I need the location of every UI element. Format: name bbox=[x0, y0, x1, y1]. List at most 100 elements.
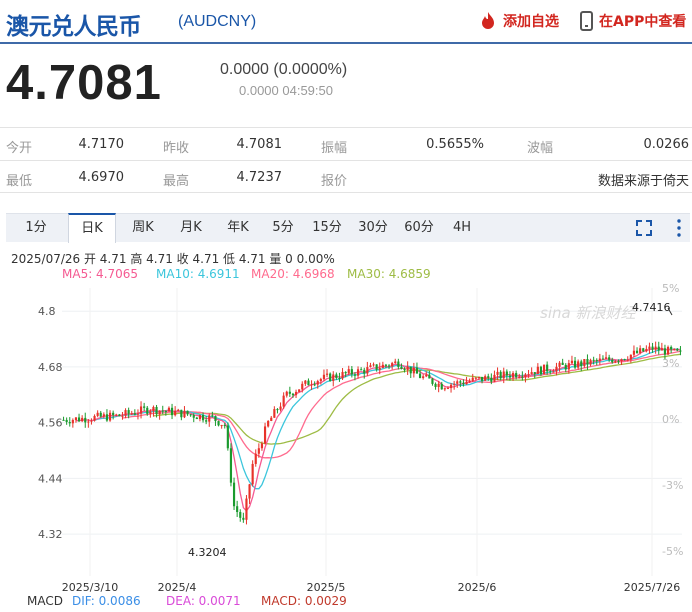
candle-body bbox=[511, 373, 515, 378]
candle-body bbox=[620, 359, 623, 362]
candle-body bbox=[112, 412, 115, 416]
tab-weekly[interactable]: 周K bbox=[118, 214, 168, 242]
candle-body bbox=[586, 359, 589, 365]
candle-body bbox=[124, 410, 127, 416]
macd-value: MACD: 0.0029 bbox=[261, 594, 347, 608]
candle-body bbox=[282, 395, 285, 407]
candle-body bbox=[71, 419, 74, 424]
candle-body bbox=[177, 409, 180, 411]
tab-30min[interactable]: 30分 bbox=[350, 214, 396, 242]
candle-body bbox=[189, 414, 192, 416]
candle-body bbox=[533, 372, 536, 375]
candle-body bbox=[406, 366, 409, 371]
candle-body bbox=[245, 498, 248, 520]
tab-5min[interactable]: 5分 bbox=[262, 214, 304, 242]
candle-body bbox=[660, 348, 663, 351]
candle-body bbox=[651, 346, 654, 350]
candle-body bbox=[577, 361, 580, 368]
pct-tick-label: -3% bbox=[662, 479, 683, 492]
candle-body bbox=[155, 406, 158, 415]
candle-body bbox=[136, 413, 140, 415]
stat-label-range: 波幅 bbox=[527, 141, 554, 156]
candle-body bbox=[84, 417, 87, 423]
candle-body bbox=[183, 410, 186, 418]
candle-body bbox=[387, 365, 391, 367]
candle-body bbox=[676, 348, 679, 351]
y-tick-label: 4.68 bbox=[38, 361, 63, 374]
x-tick-label: 2025/6 bbox=[458, 581, 497, 594]
candle-body bbox=[440, 383, 443, 390]
current-price: 4.7081 bbox=[6, 56, 162, 110]
candle-body bbox=[267, 421, 270, 427]
candle-body bbox=[332, 374, 335, 381]
stat-value-high: 4.7237 bbox=[236, 170, 283, 185]
candle-body bbox=[394, 361, 397, 364]
candle-body bbox=[294, 391, 298, 396]
candle-body bbox=[273, 409, 276, 418]
tab-yearly[interactable]: 年K bbox=[214, 214, 262, 242]
phone-icon bbox=[580, 11, 593, 31]
pct-tick-label: 0% bbox=[662, 413, 679, 426]
candle-body bbox=[161, 410, 164, 412]
stat-label-high: 最高 bbox=[163, 174, 190, 189]
pct-tick-label: -5% bbox=[662, 545, 683, 558]
more-options-icon[interactable] bbox=[677, 218, 681, 238]
candle-body bbox=[192, 414, 195, 418]
candle-body bbox=[285, 391, 288, 396]
tab-15min[interactable]: 15分 bbox=[304, 214, 350, 242]
fire-icon bbox=[482, 12, 494, 29]
candle-body bbox=[425, 374, 428, 377]
tab-daily[interactable]: 日K bbox=[68, 213, 116, 243]
candle-body bbox=[232, 482, 236, 507]
axis-labels: 4.8 4.68 4.56 4.44 4.32 5% 3% 0% -3% -5% 2025/3/10… bbox=[38, 282, 683, 594]
candle-body bbox=[521, 376, 524, 378]
quote-time: 0.0000 04:59:50 bbox=[239, 83, 333, 98]
candle-body bbox=[248, 484, 251, 499]
macd-dea: DEA: 0.0071 bbox=[166, 594, 241, 608]
ma30-legend: MA30: 4.6859 bbox=[347, 267, 431, 281]
ma10-legend: MA10: 4.6911 bbox=[156, 267, 240, 281]
pct-tick-label: 5% bbox=[662, 282, 679, 295]
candle-body bbox=[226, 425, 229, 449]
candle-body bbox=[369, 365, 372, 368]
candle-body bbox=[654, 346, 657, 350]
candle-body bbox=[322, 374, 326, 380]
add-watchlist-button[interactable]: 添加自选 bbox=[478, 11, 559, 31]
view-in-app-button[interactable]: 在APP中查看 bbox=[580, 11, 686, 31]
candle-body bbox=[329, 373, 332, 381]
candle-body bbox=[446, 388, 450, 390]
candle-body bbox=[409, 366, 412, 374]
candle-body bbox=[77, 417, 81, 422]
fullscreen-icon[interactable] bbox=[636, 220, 652, 236]
candle-body bbox=[310, 384, 313, 386]
candle-body bbox=[443, 388, 446, 390]
pct-tick-label: 3% bbox=[662, 357, 679, 370]
candle-body bbox=[449, 384, 453, 389]
candle-body bbox=[564, 364, 567, 370]
period-tabs: 1分 日K 周K 月K 年K 5分 15分 30分 60分 4H bbox=[6, 213, 690, 243]
candle-body bbox=[205, 420, 208, 422]
candle-body bbox=[353, 374, 357, 376]
stat-label-prev-close: 昨收 bbox=[163, 141, 190, 156]
candle-body bbox=[220, 425, 223, 427]
candle-body bbox=[549, 371, 552, 373]
candle-body bbox=[639, 348, 642, 353]
tab-monthly[interactable]: 月K bbox=[168, 214, 214, 242]
candle-body bbox=[139, 406, 143, 414]
stat-value-open: 4.7170 bbox=[78, 137, 125, 152]
tab-60min[interactable]: 60分 bbox=[396, 214, 442, 242]
macd-label: MACD bbox=[27, 594, 63, 608]
candle-body bbox=[493, 374, 496, 382]
candle-body bbox=[108, 412, 112, 421]
tab-1min[interactable]: 1分 bbox=[6, 214, 66, 242]
candle-body bbox=[632, 350, 636, 355]
candlestick-chart[interactable]: sina 新浪财经 4.8 4.68 4.56 4.44 4.32 5% 3% 0% -3% -5… bbox=[0, 280, 692, 594]
candle-body bbox=[276, 409, 279, 411]
candle-body bbox=[456, 381, 459, 384]
candle-body bbox=[471, 377, 474, 381]
candle-body bbox=[96, 412, 99, 416]
candle-body bbox=[304, 380, 307, 384]
candle-body bbox=[239, 512, 242, 518]
tab-4h[interactable]: 4H bbox=[442, 214, 482, 242]
candle-body bbox=[670, 346, 673, 350]
